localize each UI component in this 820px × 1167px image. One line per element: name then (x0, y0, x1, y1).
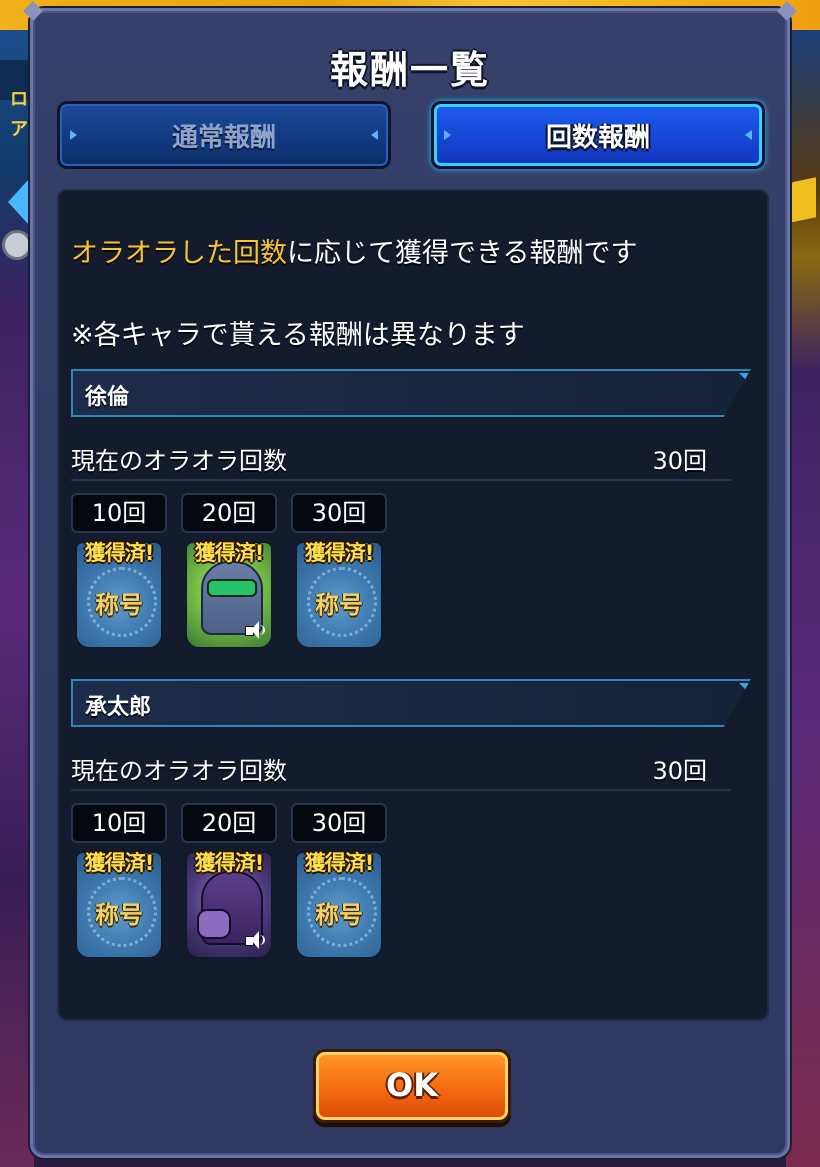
speaker-part (251, 621, 259, 639)
arrow-right-icon (444, 130, 451, 140)
speaker-part (259, 935, 265, 945)
obtained-label: 獲得済! (84, 851, 155, 875)
card-text: 称号 (315, 591, 363, 619)
arrow-left-icon (745, 130, 752, 140)
ok-button[interactable]: OK (313, 1049, 511, 1123)
reward-item[interactable]: 20回 獲得済! (181, 803, 277, 963)
obtained-label: 獲得済! (304, 541, 375, 565)
description-highlight: オラオラした回数 (71, 238, 287, 269)
left-letter-2: ア (10, 119, 28, 140)
speaker-part (251, 931, 259, 949)
speaker-icon (245, 931, 265, 949)
card-text: 称号 (95, 901, 143, 929)
description-text: に応じて獲得できる報酬です (287, 238, 638, 269)
threshold-badge: 10回 (71, 493, 167, 533)
character-name: 承太郎 (85, 695, 152, 720)
left-letters: ロ ア (10, 85, 28, 145)
fist (197, 909, 231, 939)
count-label: 現在のオラオラ回数 (71, 757, 287, 785)
tab-count-rewards[interactable]: 回数報酬 (431, 101, 765, 169)
obtained-label: 獲得済! (194, 541, 265, 565)
right-decoration (790, 177, 816, 223)
arrow-right-icon (70, 130, 77, 140)
count-row: 現在のオラオラ回数 30回 (71, 441, 731, 481)
reward-item[interactable]: 10回 称号 獲得済! (71, 803, 167, 963)
left-letter-1: ロ (10, 89, 28, 110)
arrow-left-icon (371, 130, 378, 140)
character-header: 承太郎 (71, 679, 751, 727)
count-value: 30回 (652, 447, 707, 475)
threshold-badge: 10回 (71, 803, 167, 843)
reward-list-dialog: 報酬一覧 通常報酬 回数報酬 オラオラした回数に応じて獲得できる報酬です ※各キ… (23, 1, 797, 1158)
tab-label: 通常報酬 (171, 122, 276, 153)
obtained-label: 獲得済! (304, 851, 375, 875)
speaker-part (259, 625, 265, 635)
dialog-title: 報酬一覧 (329, 48, 490, 92)
count-label: 現在のオラオラ回数 (71, 447, 287, 475)
card-text: 称号 (95, 591, 143, 619)
character-header: 徐倫 (71, 369, 751, 417)
gear-icon (2, 230, 32, 260)
threshold-badge: 20回 (181, 493, 277, 533)
speaker-icon (245, 621, 265, 639)
threshold-badge: 30回 (291, 803, 387, 843)
reward-item[interactable]: 10回 称号 獲得済! (71, 493, 167, 653)
obtained-label: 獲得済! (194, 851, 265, 875)
count-value: 30回 (652, 757, 707, 785)
right-backdrop (786, 30, 820, 1167)
reward-panel[interactable]: オラオラした回数に応じて獲得できる報酬です ※各キャラで貰える報酬は異なります … (57, 189, 769, 1021)
reward-item[interactable]: 30回 称号 獲得済! (291, 803, 387, 963)
threshold-badge: 20回 (181, 803, 277, 843)
threshold-badge: 30回 (291, 493, 387, 533)
description: オラオラした回数に応じて獲得できる報酬です (71, 231, 637, 270)
obtained-label: 獲得済! (84, 541, 155, 565)
note-text: ※各キャラで貰える報酬は異なります (71, 320, 525, 351)
left-backdrop: ロ ア (0, 30, 34, 1167)
goggles (207, 579, 257, 597)
chevron-left-icon (8, 180, 28, 224)
tab-label: 回数報酬 (545, 122, 650, 153)
reward-item[interactable]: 20回 獲得済! (181, 493, 277, 653)
count-row: 現在のオラオラ回数 30回 (71, 751, 731, 791)
card-text: 称号 (315, 901, 363, 929)
corner-accent (739, 683, 749, 693)
corner-accent (739, 373, 749, 383)
character-name: 徐倫 (85, 385, 130, 410)
tab-normal-rewards[interactable]: 通常報酬 (57, 101, 391, 169)
reward-item[interactable]: 30回 称号 獲得済! (291, 493, 387, 653)
